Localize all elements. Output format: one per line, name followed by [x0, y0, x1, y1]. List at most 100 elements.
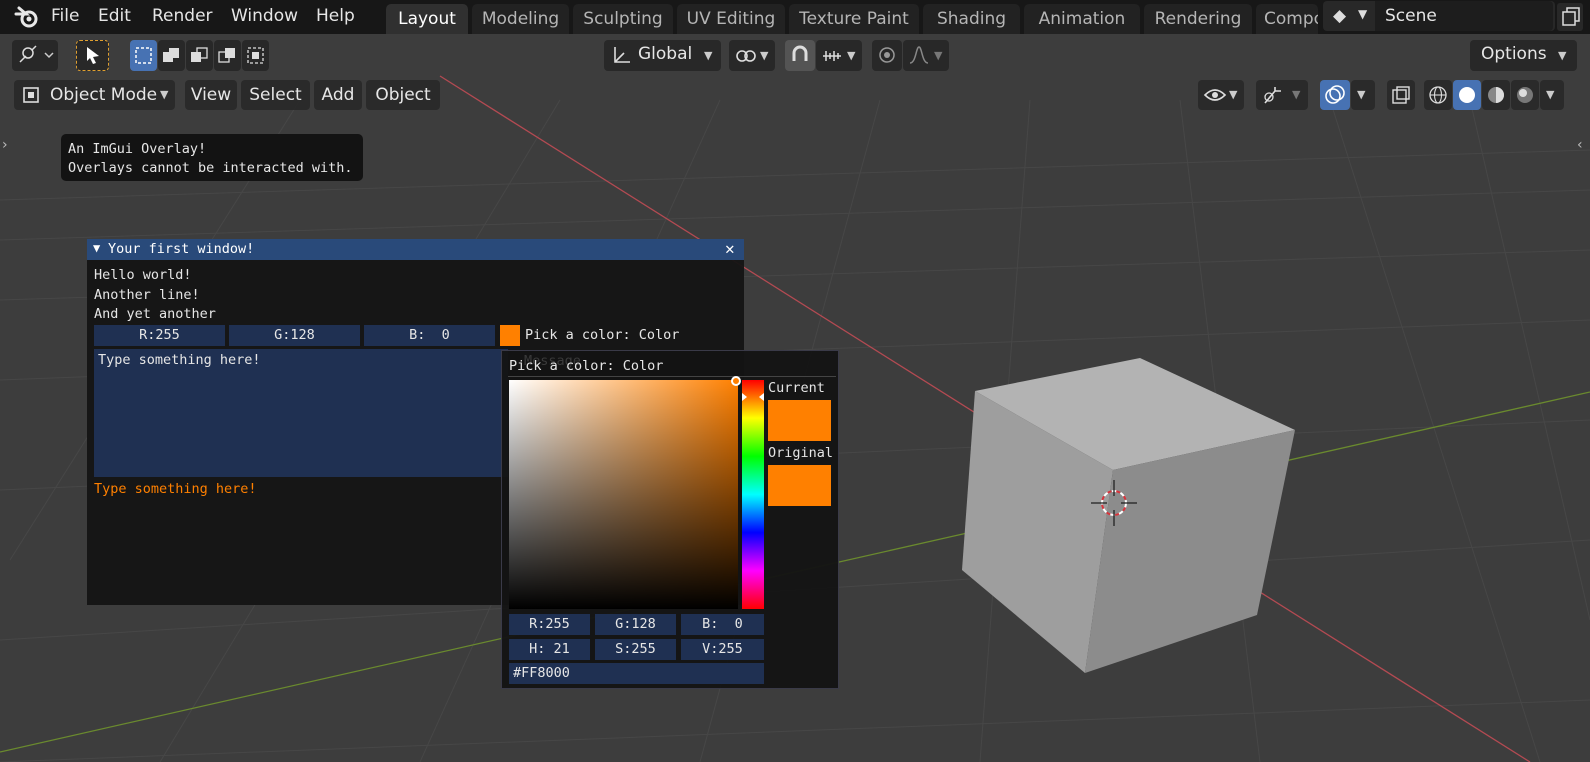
object-mode-dropdown[interactable]: Object Mode ▼	[14, 80, 175, 110]
tab-sculpting[interactable]: Sculpting	[573, 4, 673, 34]
picker-value-field[interactable]: V:255	[681, 639, 764, 660]
tool-settings-button[interactable]	[12, 40, 58, 71]
close-icon[interactable]: ✕	[725, 239, 735, 258]
orientation-label: Global	[638, 44, 693, 64]
menu-edit[interactable]: Edit	[98, 0, 131, 34]
chevron-down-icon: ▼	[704, 49, 713, 62]
select-invert-icon	[218, 48, 235, 63]
shading-dropdown[interactable]: ▼	[1540, 80, 1564, 110]
blue-channel-field[interactable]: B: 0	[364, 325, 495, 346]
select-mode-extend-button[interactable]	[158, 40, 185, 71]
hex-color-input[interactable]: #FF8000	[509, 663, 764, 684]
menu-add[interactable]: Add	[314, 80, 362, 110]
picker-hue-field[interactable]: H: 21	[509, 639, 590, 660]
snap-target-dropdown[interactable]: ▼	[816, 40, 862, 71]
window-title-bar[interactable]: ▼ Your first window! ✕	[87, 239, 744, 260]
select-mode-intersect-button[interactable]	[242, 40, 269, 71]
echo-text: Type something here!	[94, 481, 257, 497]
shading-rendered-button[interactable]	[1511, 80, 1539, 110]
color-swatch-button[interactable]	[500, 325, 520, 346]
textarea-value: Type something here!	[98, 352, 261, 368]
sidebar-expand-icon[interactable]: ‹	[1577, 137, 1583, 153]
menu-file[interactable]: File	[51, 0, 79, 34]
tab-rendering[interactable]: Rendering	[1144, 4, 1252, 34]
select-tool-button[interactable]	[76, 40, 109, 71]
original-color-label: Original	[768, 445, 834, 461]
shading-wireframe-button[interactable]	[1424, 80, 1452, 110]
xray-toggle[interactable]	[1387, 80, 1415, 110]
select-mode-new-button[interactable]	[130, 40, 157, 71]
proportional-edit-icon	[879, 47, 895, 63]
select-intersect-icon	[247, 47, 264, 64]
overlays-dropdown[interactable]: ▼	[1351, 80, 1375, 110]
original-color-swatch[interactable]	[768, 465, 831, 506]
red-channel-field[interactable]: R:255	[94, 325, 225, 346]
snap-toggle-button[interactable]	[785, 40, 815, 71]
menu-help[interactable]: Help	[316, 0, 355, 34]
picker-blue-field[interactable]: B: 0	[681, 614, 764, 635]
shading-solid-button[interactable]	[1453, 80, 1481, 110]
select-box-icon	[135, 47, 152, 64]
text-line-3: And yet another	[94, 306, 216, 322]
transform-pivot-icon	[19, 45, 54, 63]
text-line-1: Hello world!	[94, 267, 192, 283]
hue-marker-right-icon[interactable]	[759, 393, 764, 401]
green-channel-field[interactable]: G:128	[229, 325, 360, 346]
tab-texture-paint[interactable]: Texture Paint	[789, 4, 919, 34]
sv-cursor-handle[interactable]	[731, 376, 741, 386]
tab-layout[interactable]: Layout	[386, 4, 468, 34]
select-mode-subtract-button[interactable]	[186, 40, 213, 71]
tab-shading[interactable]: Shading	[923, 4, 1020, 34]
solid-sphere-icon	[1459, 87, 1475, 103]
top-menu-bar: File Edit Render Window Help Layout Mode…	[0, 0, 1590, 34]
menu-select[interactable]: Select	[241, 80, 310, 110]
imgui-overlay: An ImGui Overlay! Overlays cannot be int…	[61, 134, 363, 181]
proportional-falloff-dropdown[interactable]: ▼	[903, 40, 949, 71]
menu-window[interactable]: Window	[231, 0, 298, 34]
color-picker-popup[interactable]: Message Pick a color: Color Current Orig…	[501, 350, 839, 689]
menu-render[interactable]: Render	[152, 0, 213, 34]
hue-bar[interactable]	[742, 380, 764, 609]
tab-uv-editing[interactable]: UV Editing	[677, 4, 785, 34]
options-dropdown[interactable]: Options ▼	[1470, 40, 1577, 71]
select-extend-icon	[163, 48, 179, 62]
pivot-point-dropdown[interactable]: ▼	[729, 40, 775, 71]
picker-saturation-field[interactable]: S:255	[595, 639, 676, 660]
current-color-label: Current	[768, 380, 825, 396]
hue-marker-left-icon[interactable]	[742, 393, 747, 401]
saturation-value-square[interactable]	[509, 380, 738, 609]
transform-orientation-dropdown[interactable]: Global ▼	[604, 40, 721, 71]
scene-name-field[interactable]: Scene	[1375, 1, 1553, 31]
multiline-text-input[interactable]: Type something here!	[94, 349, 508, 477]
select-mode-invert-button[interactable]	[214, 40, 241, 71]
new-scene-button[interactable]	[1557, 3, 1583, 31]
chevron-down-icon: ▼	[1357, 88, 1366, 101]
chevron-down-icon: ▼	[1546, 88, 1555, 101]
menu-object[interactable]: Object	[366, 80, 440, 110]
text-line-2: Another line!	[94, 287, 200, 303]
picker-red-field[interactable]: R:255	[509, 614, 590, 635]
tab-compositing[interactable]: Compos	[1256, 4, 1318, 34]
object-mode-icon	[23, 87, 39, 103]
tab-animation[interactable]: Animation	[1024, 4, 1140, 34]
visibility-dropdown[interactable]: ▼	[1198, 80, 1244, 110]
picker-title: Pick a color: Color	[509, 358, 664, 374]
picker-green-field[interactable]: G:128	[595, 614, 676, 635]
toolbar-expand-icon[interactable]: ›	[2, 137, 8, 153]
menu-view[interactable]: View	[185, 80, 237, 110]
chevron-down-icon: ▼	[1229, 88, 1238, 101]
gizmo-icon	[1264, 87, 1281, 104]
chevron-down-icon: ▼	[1292, 88, 1301, 101]
tab-modeling[interactable]: Modeling	[472, 4, 569, 34]
blender-logo-icon[interactable]	[14, 5, 40, 29]
rendered-sphere-icon	[1517, 87, 1533, 103]
wireframe-sphere-icon	[1429, 86, 1447, 104]
shading-material-button[interactable]	[1482, 80, 1510, 110]
proportional-edit-button[interactable]	[872, 40, 902, 71]
overlays-toggle[interactable]	[1320, 80, 1350, 110]
select-subtract-icon	[191, 47, 208, 62]
pivot-link-icon	[736, 50, 756, 62]
gizmo-toggle[interactable]: ▼	[1256, 80, 1308, 110]
xray-icon	[1392, 86, 1410, 104]
collapse-triangle-icon[interactable]: ▼	[93, 241, 100, 255]
